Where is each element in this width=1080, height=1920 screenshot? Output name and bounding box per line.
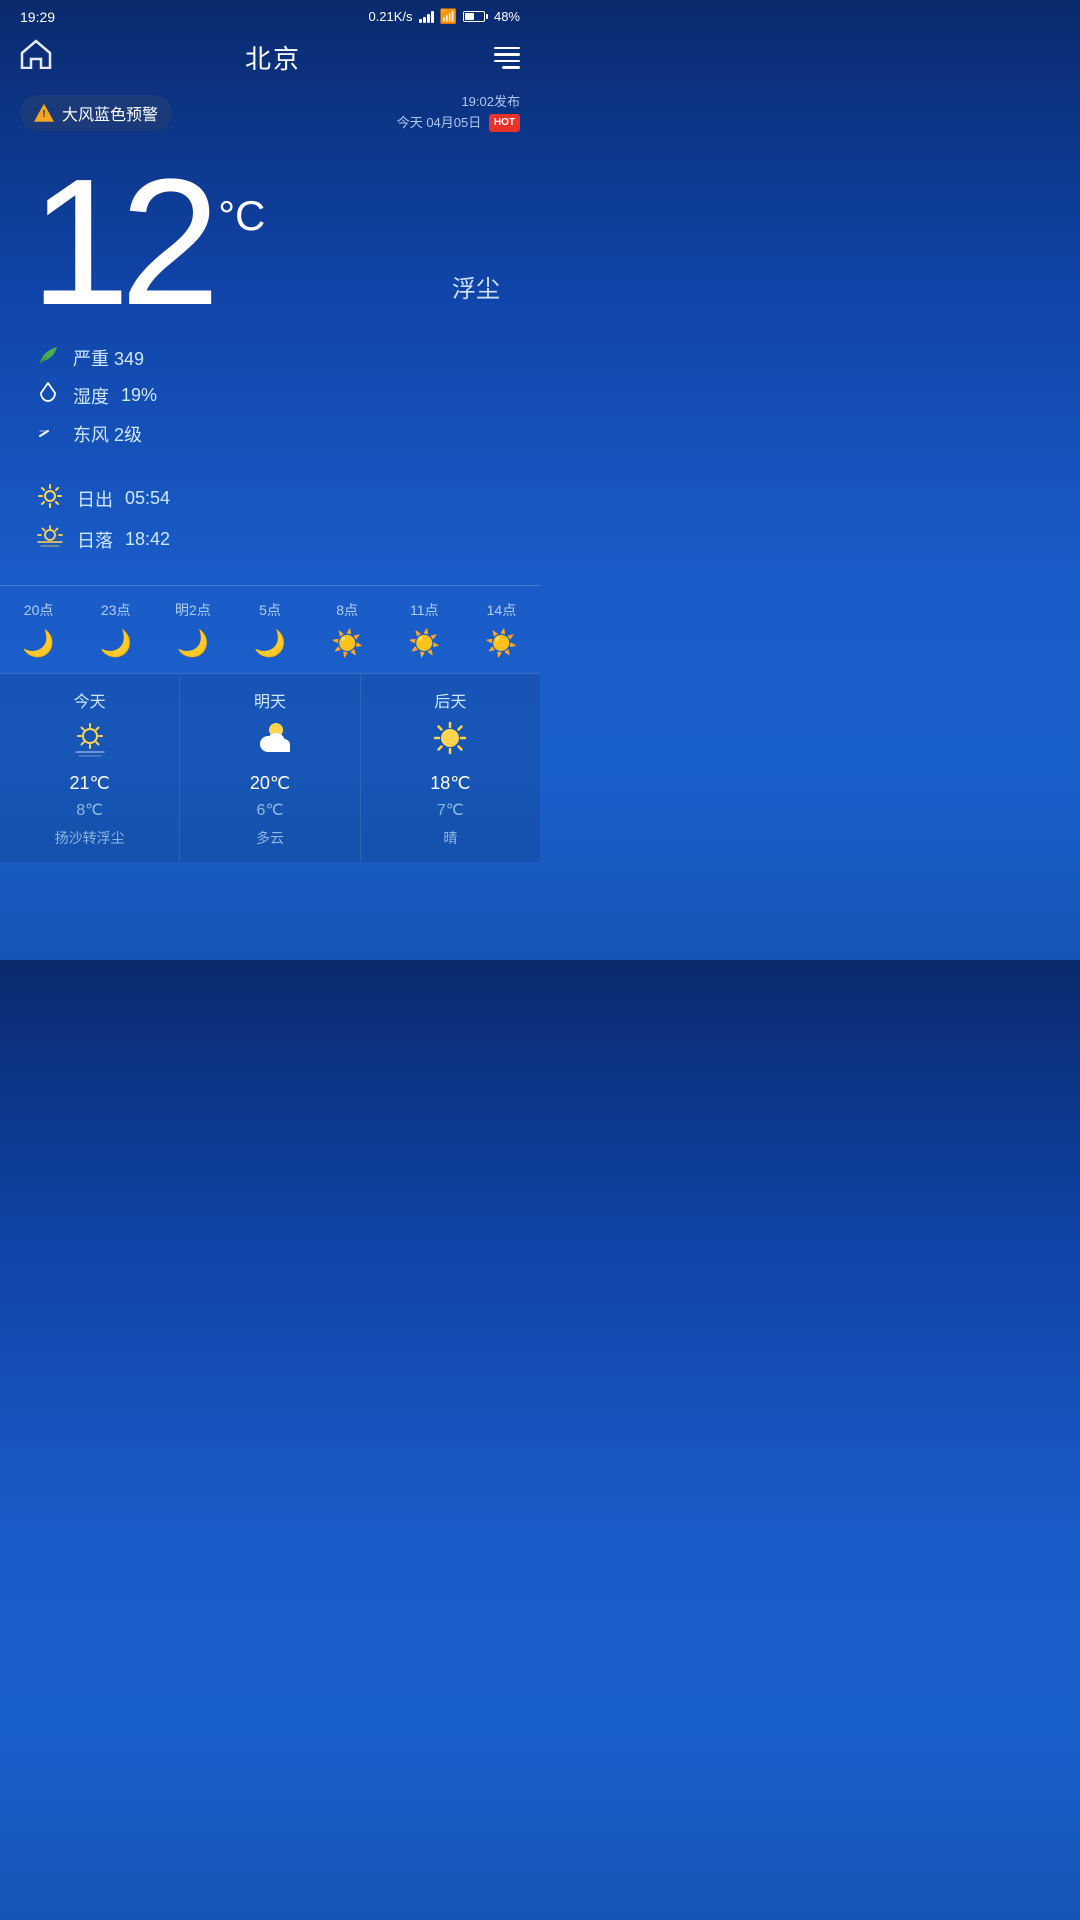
sunrise-row: 日出 05:54 [35,483,515,515]
hour-icon-1: 🌙 [100,628,132,659]
day-icon-today [68,718,112,767]
hour-label-6: 14点 [487,600,517,620]
date-info: 19:02发布 今天 04月05日 HOT [397,92,520,134]
day-item-today: 今天 21℃ 8℃ 扬沙转浮尘 [0,674,180,862]
current-date: 今天 04月05日 HOT [397,113,520,134]
temperature-unit: °C [218,162,265,240]
aqi-label: 严重 349 [73,345,144,371]
hot-badge: HOT [489,114,520,132]
warning-row: 大风蓝色预警 19:02发布 今天 04月05日 HOT [0,88,540,142]
hour-item-1: 23点 🌙 [77,600,154,659]
day-low-today: 8℃ [76,800,103,820]
day-low-tomorrow: 6℃ [257,800,284,820]
humidity-value: 19% [121,385,157,406]
day-high-aftertomorrow: 18℃ [430,773,470,794]
sunrise-icon [35,483,65,515]
signal-icon [419,11,434,23]
day-high-today: 21℃ [70,773,110,794]
battery-percent: 48% [494,9,520,24]
status-bar: 19:29 0.21K/s 📶 48% [0,0,540,31]
temperature-value: 12 [30,142,210,343]
humidity-icon [35,382,61,410]
sunrise-time: 05:54 [125,488,170,509]
temperature-section: 12 °C 浮尘 [0,142,540,334]
hour-icon-3: 🌙 [254,628,286,659]
wind-icon [35,420,61,448]
hour-icon-0: 🌙 [22,628,54,659]
hour-item-6: 14点 ☀️ [463,600,540,659]
wind-value: 东风 2级 [73,421,142,447]
sunset-icon [35,525,65,555]
hour-icon-2: 🌙 [177,628,209,659]
sunset-row: 日落 18:42 [35,525,515,555]
top-nav: 北京 [0,31,540,88]
day-high-tomorrow: 20℃ [250,773,290,794]
menu-icon [494,47,520,50]
weather-info-section: 严重 349 湿度 19% 东风 2级 [0,334,540,478]
status-time: 19:29 [20,9,55,25]
hour-item-4: 8点 ☀️ [309,600,386,659]
hour-label-5: 11点 [410,600,439,620]
hour-item-2: 明2点 🌙 [154,600,231,659]
network-speed: 0.21K/s [368,9,412,24]
day-icon-aftertomorrow [428,718,472,767]
hour-icon-5: ☀️ [408,628,440,659]
hour-label-0: 20点 [24,600,54,620]
sunset-time: 18:42 [125,529,170,550]
city-name: 北京 [245,39,301,76]
day-label-today: 今天 [74,688,106,712]
sun-section: 日出 05:54 日落 18:42 [0,478,540,585]
day-item-aftertomorrow: 后天 18℃ 7℃ 晴 [361,674,540,862]
temperature-display: 12 [30,162,210,324]
status-indicators: 0.21K/s 📶 48% [368,8,520,25]
day-icon-tomorrow [248,718,292,767]
warning-text: 大风蓝色预警 [62,101,158,125]
aqi-row: 严重 349 [35,344,515,372]
hour-icon-4: ☀️ [331,628,363,659]
warning-triangle-icon [34,104,54,122]
day-item-tomorrow: 明天 20℃ 6℃ 多云 [180,674,360,862]
leaf-icon [35,344,61,372]
wind-row: 东风 2级 [35,420,515,448]
publish-time: 19:02发布 [397,92,520,113]
menu-icon [494,53,520,56]
menu-icon [494,60,520,63]
day-label-aftertomorrow: 后天 [434,688,466,712]
humidity-label: 湿度 [73,383,109,409]
sunrise-label: 日出 [77,486,113,512]
day-desc-today: 扬沙转浮尘 [55,828,125,848]
hour-icon-6: ☀️ [485,628,517,659]
hour-item-5: 11点 ☀️ [386,600,463,659]
hour-item-0: 20点 🌙 [0,600,77,659]
hour-label-1: 23点 [101,600,131,620]
home-button[interactable] [20,39,52,76]
day-label-tomorrow: 明天 [254,688,286,712]
humidity-row: 湿度 19% [35,382,515,410]
hour-label-4: 8点 [336,600,358,620]
day-desc-aftertomorrow: 晴 [443,828,457,848]
sunset-label: 日落 [77,527,113,553]
hour-label-3: 5点 [259,600,281,620]
hour-label-2: 明2点 [175,600,211,620]
daily-forecast: 今天 21℃ 8℃ 扬沙转浮尘 明天 [0,673,540,862]
day-low-aftertomorrow: 7℃ [437,800,464,820]
battery-icon [463,11,488,22]
day-desc-tomorrow: 多云 [256,828,284,848]
warning-badge[interactable]: 大风蓝色预警 [20,95,172,131]
hour-item-3: 5点 🌙 [231,600,308,659]
weather-description: 浮尘 [452,269,500,304]
wifi-icon: 📶 [440,8,457,25]
hourly-forecast: 20点 🌙 23点 🌙 明2点 🌙 5点 🌙 8点 ☀️ 11点 ☀️ 14点 … [0,585,540,673]
menu-button[interactable] [494,47,520,69]
